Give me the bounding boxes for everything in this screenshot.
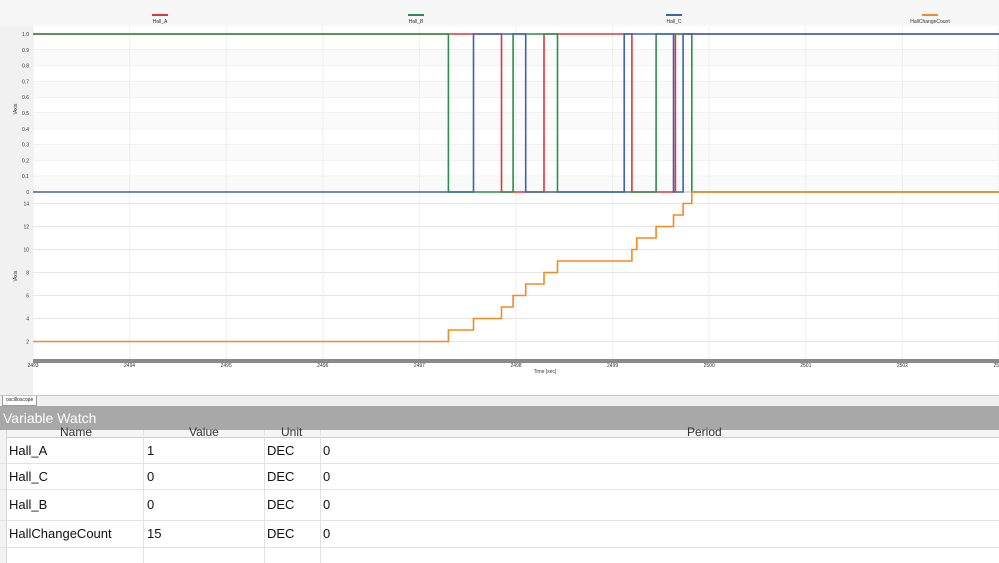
table-row[interactable]: Hall_C 0 DEC 0 [0, 464, 999, 490]
cell-period[interactable]: 0 [323, 497, 330, 512]
variable-watch-grid[interactable]: Name Value Unit Period Hall_A 1 DEC 0 Ha… [0, 426, 999, 563]
tick-label: 12 [23, 225, 29, 231]
table-row[interactable]: HallChangeCount 15 DEC 0 [0, 521, 999, 548]
tick-label: 10 [23, 248, 29, 254]
tick-label: 2499 [607, 363, 618, 369]
tick-label: 1.0 [22, 32, 29, 38]
tick-label: 0.9 [22, 48, 29, 54]
variable-watch-title: Variable Watch [0, 406, 999, 430]
cell-value[interactable]: 0 [147, 469, 154, 484]
tick-label: 0.1 [22, 174, 29, 180]
tick-label: 0.4 [22, 127, 29, 133]
cell-name: Hall_B [9, 497, 48, 512]
oscilloscope-panel[interactable]: Hall_A Hall_B Hall_C HallChangeCount 0 0.1 0.2… [0, 0, 999, 395]
column-header-period[interactable]: Period [687, 426, 747, 437]
tick-label: 0.5 [22, 111, 29, 117]
tick-label: 8 [26, 271, 29, 277]
tick-label: 2500 [704, 363, 715, 369]
legend-label: HallChangeCount [910, 19, 950, 25]
legend-bar [0, 0, 999, 26]
tick-label: 0.2 [22, 158, 29, 164]
axis-gutter [0, 0, 33, 395]
tick-label: 2497 [414, 363, 425, 369]
tick-label: 2498 [510, 363, 521, 369]
tick-label: 0.3 [22, 143, 29, 149]
y-axis-label-top: \Axis [13, 103, 19, 114]
cell-value[interactable]: 15 [147, 526, 161, 541]
tick-label: 0.6 [22, 95, 29, 101]
cell-name: Hall_A [9, 443, 48, 458]
legend-label: Hall_C [666, 19, 681, 25]
tab-oscilloscope[interactable]: oscilloscope [2, 396, 38, 406]
legend-label: Hall_A [153, 19, 168, 25]
cell-unit[interactable]: DEC [267, 497, 294, 512]
column-header-name[interactable]: Name [60, 426, 120, 437]
tick-label: 4 [26, 317, 29, 323]
grid-header-row [0, 430, 999, 438]
column-header-unit[interactable]: Unit [281, 426, 321, 437]
tick-label: 0.7 [22, 79, 29, 85]
cell-name: HallChangeCount [9, 526, 112, 541]
column-header-value[interactable]: Value [189, 426, 249, 437]
cell-period[interactable]: 0 [323, 469, 330, 484]
tick-label: 6 [26, 294, 29, 300]
tick-label: 2496 [317, 363, 328, 369]
oscilloscope-plot[interactable]: Hall_A Hall_B Hall_C HallChangeCount 0 0.1 0.2… [0, 0, 999, 395]
x-axis-bar [33, 359, 999, 363]
tick-label: 2494 [124, 363, 135, 369]
y-axis-label-bottom: \Axis [13, 270, 19, 281]
oscilloscope-tab-bar: oscilloscope [0, 395, 999, 406]
tick-label: 0 [26, 190, 29, 196]
tick-label: 2503 [993, 363, 999, 369]
table-row[interactable]: Hall_A 1 DEC 0 [0, 438, 999, 464]
cell-unit[interactable]: DEC [267, 526, 294, 541]
cell-unit[interactable]: DEC [267, 443, 294, 458]
x-axis-label: Time [sec] [534, 369, 557, 375]
tick-label: 2 [26, 340, 29, 346]
cell-name: Hall_C [9, 469, 49, 484]
cell-value[interactable]: 1 [147, 443, 154, 458]
tick-label: 14 [23, 202, 29, 208]
cell-value[interactable]: 0 [147, 497, 154, 512]
tick-label: 2493 [27, 363, 38, 369]
tick-label: 2502 [897, 363, 908, 369]
tick-label: 2495 [221, 363, 232, 369]
table-row[interactable]: Hall_B 0 DEC 0 [0, 490, 999, 521]
legend-label: Hall_B [409, 19, 424, 25]
tick-label: 0.8 [22, 64, 29, 70]
tick-label: 2501 [800, 363, 811, 369]
cell-unit[interactable]: DEC [267, 469, 294, 484]
cell-period[interactable]: 0 [323, 526, 330, 541]
cell-period[interactable]: 0 [323, 443, 330, 458]
